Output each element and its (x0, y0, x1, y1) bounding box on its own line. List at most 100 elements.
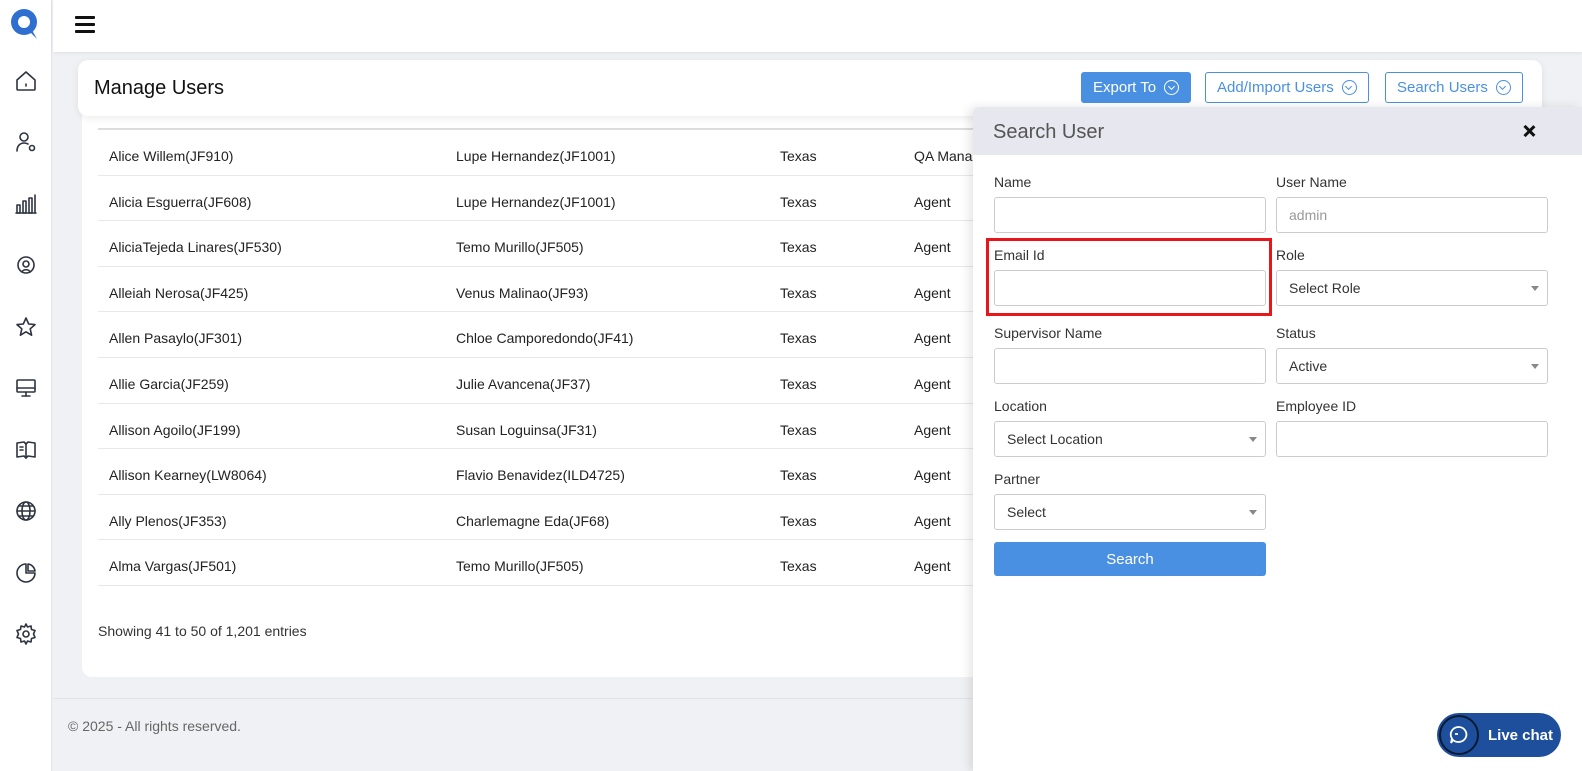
location-select-value: Select Location (1007, 431, 1103, 447)
bar-chart-icon[interactable] (13, 191, 39, 217)
role-cell: Agent (914, 558, 951, 575)
app-logo[interactable] (10, 8, 40, 40)
dropdown-arrow-icon (1249, 437, 1257, 442)
table-row[interactable]: AliciaTejeda Linares(JF530) Temo Murillo(… (98, 221, 998, 267)
supervisor-cell: Temo Murillo(JF505) (456, 239, 584, 256)
supervisor-cell: Chloe Camporedondo(JF41) (456, 330, 634, 347)
name-label: Name (994, 174, 1032, 190)
hamburger-menu-icon[interactable] (75, 16, 95, 34)
location-cell: Texas (780, 421, 817, 438)
gear-icon[interactable] (13, 621, 39, 647)
role-cell: Agent (914, 239, 951, 256)
monitor-icon[interactable] (13, 375, 39, 401)
pagination-info: Showing 41 to 50 of 1,201 entries (98, 623, 307, 639)
table-row[interactable]: Allie Garcia(JF259) Julie Avancena(JF37) T… (98, 358, 998, 404)
user-name-cell[interactable]: Allen Pasaylo(JF301) (109, 330, 242, 346)
table-row[interactable]: Allison Kearney(LW8064) Flavio Benavidez(… (98, 449, 998, 495)
location-select[interactable]: Select Location (994, 421, 1266, 457)
role-cell: Agent (914, 375, 951, 392)
table-row[interactable]: Alma Vargas(JF501) Temo Murillo(JF505) Tex… (98, 540, 998, 586)
user-name-cell[interactable]: Allison Kearney(LW8064) (109, 467, 267, 483)
search-button[interactable]: Search (994, 542, 1266, 576)
add-import-users-label: Add/Import Users (1217, 79, 1334, 96)
copyright-text: © 2025 - All rights reserved. (68, 718, 241, 734)
search-user-panel: Search User Name User Name Email Id Role… (973, 107, 1582, 771)
user-name-cell[interactable]: Allison Agoilo(JF199) (109, 422, 241, 438)
supervisor-cell: Lupe Hernandez(JF1001) (456, 148, 616, 164)
dropdown-arrow-icon (1531, 286, 1539, 291)
star-icon[interactable] (13, 314, 39, 340)
role-cell: QA Mana (914, 148, 973, 164)
location-cell: Texas (780, 467, 817, 484)
location-cell: Texas (780, 558, 817, 575)
role-cell: Agent (914, 284, 951, 301)
panel-title: Search User (993, 121, 1105, 143)
role-cell: Agent (914, 330, 951, 347)
chevron-down-icon (1495, 80, 1511, 95)
top-bar (53, 0, 1582, 52)
location-cell: Texas (780, 330, 817, 347)
user-name-cell[interactable]: Alice Willem(JF910) (109, 148, 233, 164)
location-cell: Texas (780, 239, 817, 256)
username-input[interactable] (1276, 197, 1548, 233)
live-chat-button[interactable]: Live chat (1437, 713, 1561, 757)
supervisor-cell: Julie Avancena(JF37) (456, 375, 591, 392)
user-name-cell[interactable]: Ally Plenos(JF353) (109, 513, 227, 529)
chevron-down-icon (1341, 80, 1357, 95)
page-title: Manage Users (94, 77, 225, 99)
partner-label: Partner (994, 471, 1040, 487)
role-label: Role (1276, 247, 1305, 263)
role-select-value: Select Role (1289, 280, 1361, 296)
headset-icon[interactable] (13, 252, 39, 278)
status-label: Status (1276, 325, 1316, 341)
globe-icon[interactable] (13, 498, 39, 524)
close-icon[interactable] (1522, 124, 1536, 138)
supervisor-cell: Flavio Benavidez(ILD4725) (456, 467, 625, 484)
status-select[interactable]: Active (1276, 348, 1548, 384)
chat-bubble-icon (1439, 715, 1479, 755)
table-row[interactable]: Alicia Esguerra(JF608) Lupe Hernandez(JF1… (98, 176, 998, 222)
user-name-cell[interactable]: AliciaTejeda Linares(JF530) (109, 239, 282, 255)
home-icon[interactable] (13, 68, 39, 94)
user-name-cell[interactable]: Allie Garcia(JF259) (109, 376, 229, 392)
name-input[interactable] (994, 197, 1266, 233)
location-cell: Texas (780, 193, 817, 210)
partner-select[interactable]: Select (994, 494, 1266, 530)
supervisor-cell: Charlemagne Eda(JF68) (456, 512, 610, 529)
role-cell: Agent (914, 467, 951, 484)
chevron-down-icon (1164, 80, 1180, 95)
role-select[interactable]: Select Role (1276, 270, 1548, 306)
partner-select-value: Select (1007, 504, 1046, 520)
book-icon[interactable] (13, 437, 39, 463)
location-cell: Texas (780, 148, 817, 164)
table-row[interactable]: Alleiah Nerosa(JF425) Venus Malinao(JF93)… (98, 267, 998, 313)
search-users-button[interactable]: Search Users (1385, 72, 1523, 103)
table-row[interactable]: Allison Agoilo(JF199) Susan Loguinsa(JF31… (98, 404, 998, 450)
dropdown-arrow-icon (1249, 510, 1257, 515)
supervisor-cell: Susan Loguinsa(JF31) (456, 421, 597, 438)
table-row[interactable]: Ally Plenos(JF353) Charlemagne Eda(JF68) T… (98, 495, 998, 541)
location-label: Location (994, 398, 1047, 414)
add-import-users-button[interactable]: Add/Import Users (1205, 72, 1369, 103)
location-cell: Texas (780, 375, 817, 392)
user-settings-icon[interactable] (13, 129, 39, 155)
supervisor-input[interactable] (994, 348, 1266, 384)
role-cell: Agent (914, 421, 951, 438)
supervisor-label: Supervisor Name (994, 325, 1103, 341)
email-label: Email Id (994, 247, 1045, 263)
pie-chart-icon[interactable] (13, 560, 39, 586)
user-name-cell[interactable]: Alicia Esguerra(JF608) (109, 194, 251, 210)
table-row[interactable]: Allen Pasaylo(JF301) Chloe Camporedondo(J… (98, 312, 998, 358)
users-table: Alice Willem(JF910) Lupe Hernandez(JF1001… (98, 128, 998, 586)
employee-id-input[interactable] (1276, 421, 1548, 457)
status-select-value: Active (1289, 358, 1328, 374)
user-name-cell[interactable]: Alma Vargas(JF501) (109, 558, 236, 574)
email-input[interactable] (994, 270, 1266, 306)
user-name-cell[interactable]: Alleiah Nerosa(JF425) (109, 285, 248, 301)
supervisor-cell: Temo Murillo(JF505) (456, 558, 584, 575)
export-button-label: Export To (1093, 79, 1157, 96)
search-users-label: Search Users (1397, 79, 1488, 96)
table-row[interactable]: Alice Willem(JF910) Lupe Hernandez(JF1001… (98, 130, 998, 176)
export-button[interactable]: Export To (1081, 72, 1192, 103)
supervisor-cell: Venus Malinao(JF93) (456, 284, 589, 301)
